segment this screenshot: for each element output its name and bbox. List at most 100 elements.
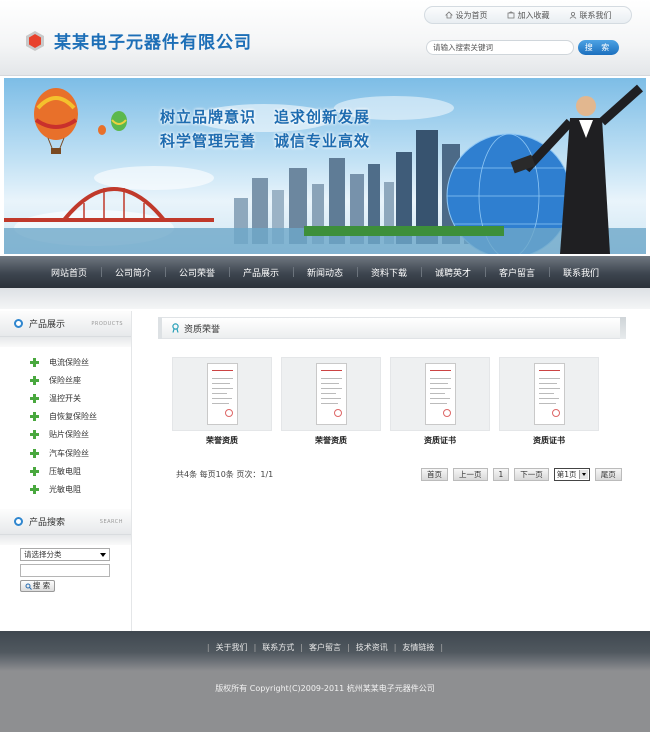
- product-category-item[interactable]: 温控开关: [30, 389, 131, 407]
- certificate-thumbnail[interactable]: [281, 357, 381, 431]
- set-homepage-link[interactable]: 设为首页: [444, 10, 488, 21]
- product-category-list: 电流保险丝 保险丝座 温控开关 自恢复保险丝 贴片保险丝 汽车保险丝 压敏电阻 …: [0, 347, 131, 499]
- section-title: 资质荣誉: [184, 324, 221, 335]
- pager-info: 共4条 每页10条 页次：1/1: [176, 470, 274, 479]
- header-search-input[interactable]: [426, 40, 574, 55]
- banner-illustration: [4, 84, 646, 254]
- certificate-thumbnail[interactable]: [390, 357, 490, 431]
- main-nav: 网站首页 公司简介 公司荣誉 产品展示 新闻动态 资料下载 诚聘英才 客户留言 …: [0, 256, 650, 288]
- nav-guestbook[interactable]: 客户留言: [485, 266, 549, 279]
- product-category-label: 贴片保险丝: [49, 430, 89, 440]
- certificate-label[interactable]: 荣誉资质: [281, 435, 381, 446]
- footer-link-friends[interactable]: 友情链接: [396, 642, 440, 653]
- certificate-card[interactable]: 荣誉资质: [281, 357, 381, 446]
- product-category-label: 压敏电阻: [49, 466, 81, 476]
- ribbon-icon: [172, 323, 179, 333]
- certificate-card[interactable]: 荣誉资质: [172, 357, 272, 446]
- products-panel-header: 产品展示 PRODUCTS: [0, 311, 131, 337]
- sidebar: 产品展示 PRODUCTS 电流保险丝 保险丝座 温控开关 自恢复保险丝 贴片保…: [0, 311, 132, 631]
- header-right-cap: [620, 317, 626, 339]
- search-panel-header: 产品搜索 SEARCH: [0, 509, 131, 535]
- nav-honors[interactable]: 公司荣誉: [165, 266, 229, 279]
- certificate-card[interactable]: 资质证书: [390, 357, 490, 446]
- plus-icon: [30, 393, 39, 403]
- current-page-number: 1: [492, 468, 510, 481]
- sidebar-keyword-input[interactable]: [20, 564, 110, 577]
- product-category-label: 汽车保险丝: [49, 448, 89, 458]
- product-category-label: 电流保险丝: [49, 357, 89, 367]
- product-category-item[interactable]: 光敏电阻: [30, 480, 131, 498]
- page-select[interactable]: 第1页: [553, 468, 590, 481]
- product-category-item[interactable]: 压敏电阻: [30, 462, 131, 480]
- magnifier-icon: [25, 583, 32, 590]
- certificate-card[interactable]: 资质证书: [499, 357, 599, 446]
- nav-home[interactable]: 网站首页: [37, 266, 101, 279]
- footer-link-about[interactable]: 关于我们: [210, 642, 254, 653]
- plus-icon: [30, 430, 39, 440]
- header-search-button[interactable]: 搜 索: [578, 40, 619, 55]
- first-page-button[interactable]: 首页: [421, 468, 448, 481]
- plus-icon: [30, 357, 39, 367]
- plus-icon: [30, 484, 39, 494]
- nav-news[interactable]: 新闻动态: [293, 266, 357, 279]
- company-logo[interactable]: 某某电子元器件有限公司: [24, 28, 252, 53]
- add-favorite-link[interactable]: 加入收藏: [507, 10, 550, 21]
- product-category-item[interactable]: 汽车保险丝: [30, 444, 131, 462]
- footer-link-guestbook[interactable]: 客户留言: [303, 642, 347, 653]
- products-panel-en: PRODUCTS: [91, 321, 123, 327]
- next-page-button[interactable]: 下一页: [514, 468, 549, 481]
- nav-about[interactable]: 公司简介: [101, 266, 165, 279]
- banner-slogan-2: 追求创新发展: [274, 108, 371, 126]
- nav-contact[interactable]: 联系我们: [549, 266, 613, 279]
- ring-bullet-icon: [14, 319, 23, 328]
- product-category-item[interactable]: 保险丝座: [30, 371, 131, 389]
- dropdown-arrow-icon: [100, 553, 106, 557]
- pagination: 首页 上一页 1 下一页 第1页 尾页: [421, 468, 627, 481]
- search-panel-en: SEARCH: [99, 519, 123, 525]
- product-category-item[interactable]: 电流保险丝: [30, 353, 131, 371]
- nav-jobs[interactable]: 诚聘英才: [421, 266, 485, 279]
- certificate-thumbnail[interactable]: [172, 357, 272, 431]
- certificate-document-icon: [207, 363, 238, 425]
- footer-link-contact[interactable]: 联系方式: [256, 642, 300, 653]
- footer-band: [0, 661, 650, 671]
- footer-nav: | 关于我们 | 联系方式 | 客户留言 | 技术资讯 | 友情链接 |: [0, 631, 650, 661]
- plus-icon: [30, 412, 39, 422]
- site-footer: | 关于我们 | 联系方式 | 客户留言 | 技术资讯 | 友情链接 | 版权所…: [0, 631, 650, 732]
- panel-shadow: [0, 535, 131, 545]
- product-category-item[interactable]: 贴片保险丝: [30, 426, 131, 444]
- prev-page-button[interactable]: 上一页: [453, 468, 488, 481]
- contact-us-label: 联系我们: [579, 10, 612, 20]
- certificate-document-icon: [534, 363, 565, 425]
- certificate-label[interactable]: 荣誉资质: [172, 435, 272, 446]
- copyright-text: 版权所有 Copyright(C)2009-2011 杭州某某电子元器件公司: [215, 684, 435, 693]
- contact-icon: [569, 11, 576, 19]
- home-icon: [444, 11, 453, 19]
- set-homepage-label: 设为首页: [455, 10, 488, 20]
- nav-products[interactable]: 产品展示: [229, 266, 293, 279]
- bookmark-icon: [507, 11, 514, 19]
- certificate-label[interactable]: 资质证书: [390, 435, 490, 446]
- nav-downloads[interactable]: 资料下载: [357, 266, 421, 279]
- last-page-button[interactable]: 尾页: [594, 468, 622, 481]
- product-category-item[interactable]: 自恢复保险丝: [30, 408, 131, 426]
- contact-us-link[interactable]: 联系我们: [569, 10, 612, 21]
- banner-slogan-4: 诚信专业高效: [274, 132, 371, 150]
- add-favorite-label: 加入收藏: [517, 10, 550, 20]
- banner-slogan-3: 科学管理完善: [160, 132, 257, 150]
- footer-link-tech[interactable]: 技术资讯: [350, 642, 394, 653]
- section-header: 资质荣誉: [158, 317, 626, 339]
- certificate-label[interactable]: 资质证书: [499, 435, 599, 446]
- certificate-document-icon: [425, 363, 456, 425]
- category-select[interactable]: 请选择分类: [20, 548, 110, 561]
- panel-shadow: [0, 337, 131, 347]
- site-header: 某某电子元器件有限公司 设为首页 加入收藏 联系我们 搜 索: [0, 0, 650, 76]
- plus-icon: [30, 466, 39, 476]
- product-category-label: 自恢复保险丝: [49, 412, 97, 422]
- certificate-thumbnail[interactable]: [499, 357, 599, 431]
- product-category-label: 保险丝座: [49, 375, 81, 385]
- logo-hexagon-icon: [24, 30, 46, 52]
- products-panel-title: 产品展示: [29, 320, 66, 330]
- sidebar-search-button[interactable]: 搜 索: [20, 580, 55, 592]
- sidebar-search-label: 搜 索: [32, 581, 51, 590]
